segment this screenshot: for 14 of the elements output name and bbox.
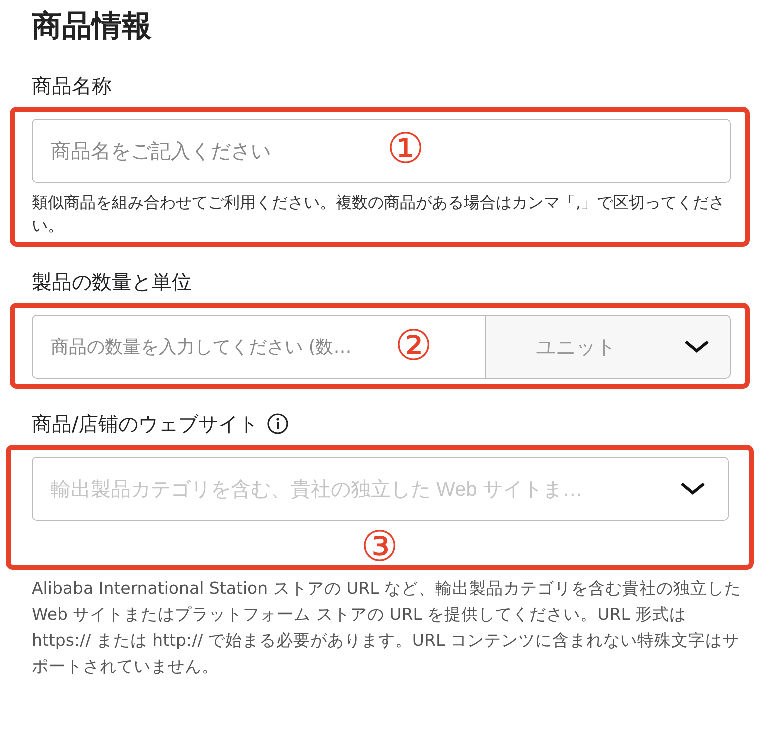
- annotation-number: ③: [361, 526, 399, 568]
- field-label: 商品/店铺のウェブサイト: [32, 410, 259, 438]
- website-dropdown[interactable]: 輸出製品カテゴリを含む、貴社の独立した Web サイトま…: [33, 458, 728, 520]
- help-text: 類似商品を組み合わせてご利用ください。複数の商品がある場合はカンマ「,」で区切ってください。: [32, 192, 726, 237]
- unit-dropdown[interactable]: ユニット: [485, 315, 731, 379]
- chevron-down-icon: [684, 340, 710, 354]
- chevron-down-icon: [680, 482, 706, 496]
- field-label: 製品の数量と単位: [32, 268, 192, 296]
- annotation-number: ②: [395, 325, 433, 367]
- annotation-number: ①: [387, 128, 425, 170]
- field-label: 商品名称: [32, 72, 112, 100]
- page-title: 商品情報: [32, 8, 153, 46]
- info-icon[interactable]: [266, 413, 289, 435]
- help-text: Alibaba International Station ストアの URL など、輸出製品カテゴリを含む貴社の独立した Web サイトまたはプラットフォーム ストアの URL を提供してください。URL 形式は https:// または http:// で始まる必要があります。URL コンテンツに含まれない特殊文字はサポートされていません。: [32, 578, 743, 678]
